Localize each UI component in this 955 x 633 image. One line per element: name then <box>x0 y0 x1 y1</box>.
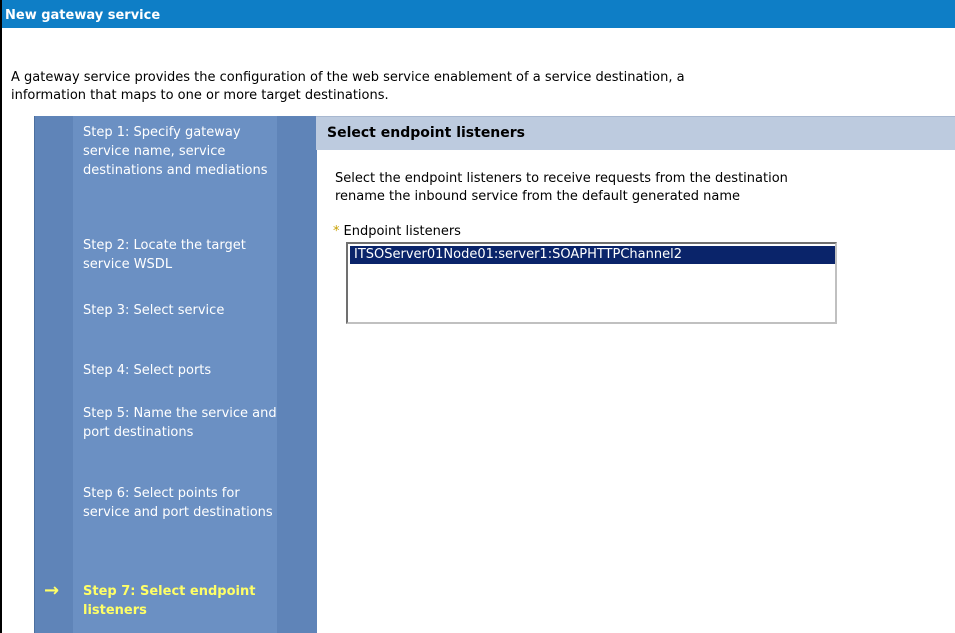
intro-line-1: A gateway service provides the configura… <box>11 70 685 85</box>
window-title-bar: New gateway service <box>2 0 955 28</box>
sidebar-step-1[interactable]: Step 1: Specify gateway service name, se… <box>83 123 283 180</box>
sidebar-step-5[interactable]: Step 5: Name the service and port destin… <box>83 404 283 442</box>
section-title: Select endpoint listeners <box>327 125 526 141</box>
wizard-window: New gateway service A gateway service pr… <box>0 0 955 633</box>
endpoint-listeners-label: * Endpoint listeners <box>333 223 461 241</box>
sidebar-step-4[interactable]: Step 4: Select ports <box>83 361 283 380</box>
sidebar-step-7-current[interactable]: Step 7: Select endpoint listeners <box>83 582 283 620</box>
sidebar-step-6[interactable]: Step 6: Select points for service and po… <box>83 484 283 522</box>
section-description: Select the endpoint listeners to receive… <box>335 170 955 206</box>
endpoint-listeners-listbox[interactable]: ITSOServer01Node01:server1:SOAPHTTPChann… <box>346 242 837 324</box>
endpoint-listeners-label-text: Endpoint listeners <box>343 224 461 239</box>
wizard-steps-sidebar: Step 1: Specify gateway service name, se… <box>34 116 317 633</box>
intro-text: A gateway service provides the configura… <box>11 69 955 105</box>
listbox-option-selected[interactable]: ITSOServer01Node01:server1:SOAPHTTPChann… <box>350 246 835 264</box>
sidebar-step-2[interactable]: Step 2: Locate the target service WSDL <box>83 236 283 274</box>
intro-line-2: information that maps to one or more tar… <box>11 88 389 103</box>
current-step-arrow-icon: → <box>44 580 60 601</box>
required-asterisk-icon: * <box>333 224 340 239</box>
sidebar-step-3[interactable]: Step 3: Select service <box>83 301 283 320</box>
description-line-1: Select the endpoint listeners to receive… <box>335 171 788 186</box>
description-line-2: rename the inbound service from the defa… <box>335 189 741 204</box>
section-header: Select endpoint listeners <box>316 116 955 150</box>
window-title: New gateway service <box>5 8 161 23</box>
